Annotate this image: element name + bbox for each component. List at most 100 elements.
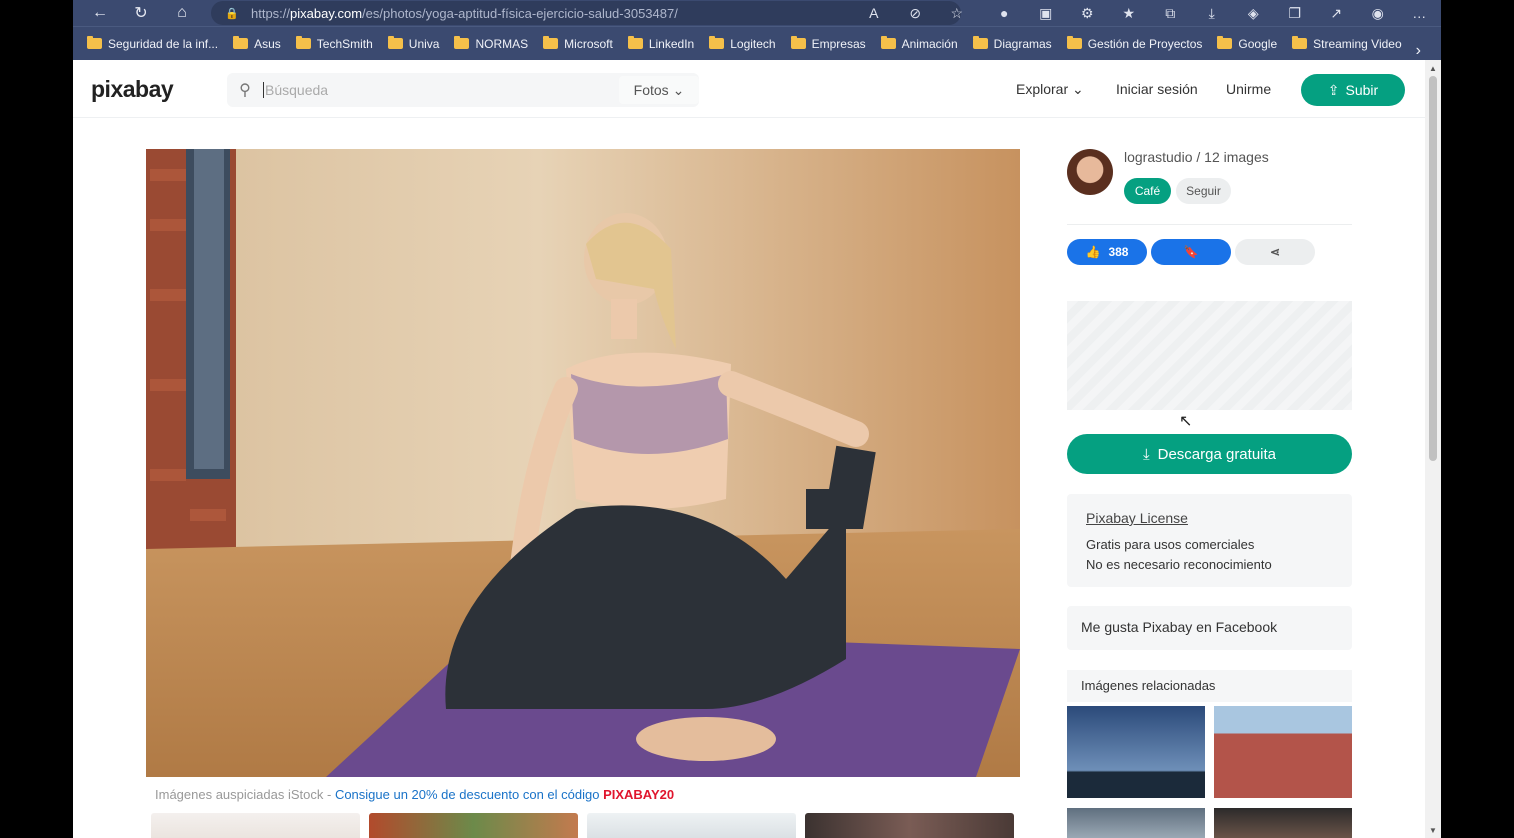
login-link[interactable]: Iniciar sesión: [1116, 81, 1198, 97]
bookmark-item[interactable]: Seguridad de la inf...: [87, 36, 218, 51]
author-avatar[interactable]: [1067, 149, 1113, 195]
bookmark-item[interactable]: NORMAS: [454, 36, 528, 51]
search-type-label: Fotos: [633, 82, 669, 98]
folder-icon: [1066, 36, 1082, 49]
sponsor-link[interactable]: Consigue un 20% de descuento con el códi…: [335, 787, 603, 802]
bookmark-item[interactable]: Asus: [233, 36, 281, 51]
license-line: Gratis para usos comerciales: [1086, 537, 1255, 552]
collections-icon[interactable]: ⧉: [1150, 5, 1192, 22]
extensions-icon[interactable]: ⚙: [1067, 5, 1109, 22]
bookmark-item[interactable]: Google: [1217, 36, 1277, 51]
site-header: pixabay ⚲ Fotos ⌄ Explorar ⌄ Iniciar ses…: [73, 60, 1425, 118]
search-bar: ⚲ Fotos ⌄: [227, 73, 699, 107]
chevron-down-icon: ⌄: [672, 81, 685, 98]
scroll-down-icon[interactable]: ▼: [1429, 826, 1437, 835]
screenshot-icon[interactable]: ▣: [1025, 5, 1067, 22]
shield-icon[interactable]: ◈: [1233, 5, 1275, 22]
scrollbar[interactable]: ▲ ▼: [1425, 60, 1441, 838]
bookmark-item[interactable]: Animación: [880, 36, 958, 51]
back-icon[interactable]: ←: [87, 0, 113, 26]
facebook-like-box[interactable]: Me gusta Pixabay en Facebook: [1067, 606, 1352, 650]
license-link[interactable]: Pixabay License: [1086, 510, 1333, 526]
pixabay-logo[interactable]: pixabay: [91, 76, 174, 103]
bookmark-item[interactable]: LinkedIn: [627, 36, 694, 51]
sponsored-thumbnail[interactable]: [805, 813, 1014, 838]
bookmark-item[interactable]: Microsoft: [543, 36, 613, 51]
sponsor-prefix: Imágenes auspiciadas iStock -: [155, 787, 335, 802]
mouse-cursor-icon: ↖: [1179, 413, 1193, 430]
photo-illustration: [146, 149, 1020, 777]
menu-icon[interactable]: …: [1399, 5, 1441, 21]
explore-menu[interactable]: Explorar ⌄: [1016, 81, 1084, 98]
scroll-up-icon[interactable]: ▲: [1429, 64, 1437, 73]
read-aloud-icon[interactable]: A: [853, 5, 895, 21]
folder-icon: [233, 36, 249, 49]
sponsored-thumbnail[interactable]: [587, 813, 796, 838]
author-name[interactable]: lograstudio / 12 images: [1124, 149, 1269, 165]
sponsored-thumbnail[interactable]: [369, 813, 578, 838]
license-line: No es necesario reconocimiento: [1086, 557, 1272, 572]
bookmark-icon: 🔖: [1183, 245, 1199, 259]
folder-icon: [87, 36, 102, 49]
home-icon[interactable]: ⌂: [169, 0, 195, 26]
scrollbar-thumb[interactable]: [1429, 76, 1437, 461]
related-images-heading: Imágenes relacionadas: [1067, 670, 1352, 702]
folder-icon: [1292, 36, 1308, 49]
like-count: 388: [1108, 245, 1129, 259]
folder-icon: [880, 36, 896, 49]
related-image[interactable]: [1214, 808, 1352, 838]
share-icon[interactable]: ↗: [1316, 5, 1358, 22]
bookmark-item[interactable]: Diagramas: [972, 36, 1052, 51]
upload-icon: ⇪: [1327, 81, 1340, 98]
add-favorite-icon[interactable]: ☆: [936, 5, 978, 22]
sponsored-images: [151, 813, 1014, 838]
related-image[interactable]: [1067, 808, 1205, 838]
promo-code: PIXABAY20: [603, 787, 675, 802]
search-input[interactable]: [263, 82, 613, 98]
ad-placeholder: [1067, 301, 1352, 410]
like-button[interactable]: 👍 388: [1067, 239, 1147, 265]
download-button[interactable]: ⤓ Descarga gratuita: [1067, 434, 1352, 474]
favorites-icon[interactable]: ★: [1108, 5, 1150, 22]
bookmark-item[interactable]: Logitech: [709, 36, 776, 51]
browser-window: ← ↻ ⌂ 🔒 https://pixabay.com/es/photos/yo…: [73, 0, 1441, 838]
follow-button[interactable]: Seguir: [1176, 178, 1231, 204]
refresh-icon[interactable]: ↻: [128, 0, 154, 26]
bookmark-button[interactable]: 🔖: [1151, 239, 1231, 265]
bookmark-item[interactable]: TechSmith: [295, 36, 373, 51]
join-link[interactable]: Unirme: [1226, 81, 1271, 97]
folder-icon: [790, 36, 806, 49]
main-photo[interactable]: [146, 149, 1020, 777]
bookmarks-bar: Seguridad de la inf... Asus TechSmith Un…: [73, 26, 1441, 60]
bookmark-item[interactable]: Streaming Video: [1292, 36, 1402, 51]
share-button[interactable]: ⋖: [1235, 239, 1315, 265]
folder-icon: [1217, 36, 1233, 49]
address-bar[interactable]: 🔒 https://pixabay.com/es/photos/yoga-apt…: [211, 1, 961, 25]
tracking-icon[interactable]: ⊘: [895, 5, 937, 22]
thumbs-up-icon: 👍: [1085, 245, 1101, 259]
chat-icon[interactable]: ●: [984, 5, 1026, 21]
folder-icon: [709, 36, 725, 49]
sponsor-line: Imágenes auspiciadas iStock - Consigue u…: [155, 787, 674, 802]
profile-avatar[interactable]: ◉: [1357, 5, 1399, 22]
bookmark-item[interactable]: Univa: [387, 36, 439, 51]
divider: [1067, 224, 1352, 225]
related-image[interactable]: [1067, 706, 1205, 798]
related-image[interactable]: [1214, 706, 1352, 798]
bookmark-item[interactable]: Gestión de Proyectos: [1066, 36, 1202, 51]
coffee-button[interactable]: Café: [1124, 178, 1171, 204]
folder-icon: [295, 36, 311, 49]
folder-icon: [387, 36, 403, 49]
sponsored-thumbnail[interactable]: [151, 813, 360, 838]
tabs-icon[interactable]: ❐: [1274, 5, 1316, 22]
bookmark-item[interactable]: Empresas: [790, 36, 866, 51]
search-icon[interactable]: ⚲: [227, 80, 263, 100]
downloads-icon[interactable]: ⤓: [1191, 5, 1233, 22]
chevron-down-icon: ⌄: [1072, 81, 1084, 97]
license-box: Pixabay License Gratis para usos comerci…: [1067, 494, 1352, 587]
folder-icon: [543, 36, 559, 49]
upload-button[interactable]: ⇪ Subir: [1301, 74, 1405, 106]
search-type-dropdown[interactable]: Fotos ⌄: [619, 76, 699, 104]
folder-icon: [627, 36, 643, 49]
folder-icon: [972, 36, 988, 49]
